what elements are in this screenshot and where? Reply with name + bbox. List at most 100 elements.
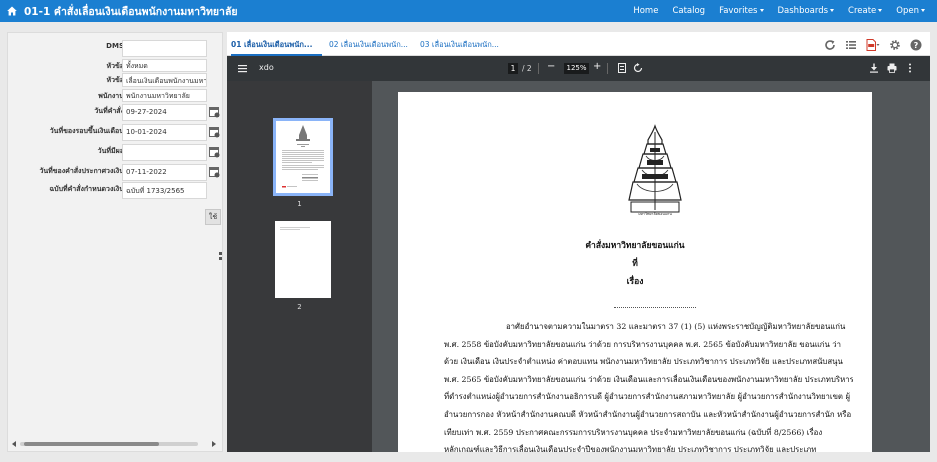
document-heading: คำสั่งมหาวิทยาลัยขอนแก่น xyxy=(585,241,685,251)
tab-report-01[interactable]: 01 เลื่อนเงินเดือนพนัก... xyxy=(231,32,322,56)
seal-caption: มหาวิทยาลัยขอนแก่น xyxy=(638,212,672,216)
order-date-row: วันที่คำสั่ง 09-27-2024 xyxy=(8,104,224,121)
scroll-thumb[interactable] xyxy=(24,442,159,446)
calendar-icon[interactable] xyxy=(209,146,220,158)
nav-catalog[interactable]: Catalog xyxy=(665,6,712,16)
page-total: / 2 xyxy=(522,64,532,73)
pdf-page: มหาวิทยาลัยขอนแก่น คำสั่งมหาวิทยาลัยขอนแ… xyxy=(398,92,872,452)
list-icon[interactable] xyxy=(845,39,857,51)
paragraph-line: หลักเกณฑ์และวิธีการเลื่อนเงินเดือนประจำป… xyxy=(444,445,817,452)
page-title: 01-1 คำสั่งเลื่อนเงินเดือนพนักงานมหาวิทย… xyxy=(24,5,238,18)
nav-dashboards-label: Dashboards xyxy=(777,6,829,16)
nav-dashboards[interactable]: Dashboards xyxy=(771,6,842,16)
home-icon[interactable] xyxy=(7,6,17,16)
toolbar-divider xyxy=(538,63,539,74)
announce-date-label: วันที่ของคำสั่งประกาศวงเงิน xyxy=(39,167,124,175)
caret-down-icon xyxy=(830,9,835,12)
subject1-select[interactable]: ทั้งหมด xyxy=(122,59,207,72)
svg-text:?: ? xyxy=(914,41,919,50)
download-icon[interactable] xyxy=(869,63,879,73)
paragraph-line: พ.ศ. 2565 ข้อบังคับมหาวิทยาลัยขอนแก่น ว่… xyxy=(444,374,853,384)
nav-catalog-label: Catalog xyxy=(672,6,706,16)
round-date-row: วันที่ของรอบขึ้นเงินเดือน 10-01-2024 xyxy=(8,124,224,141)
calendar-icon[interactable] xyxy=(209,166,220,178)
pdf-viewer: xdo 1 / 2 − 125% + 1 2 มหาวิทยาลัยขอนแก่… xyxy=(227,56,930,452)
tab-report-03[interactable]: 03 เลื่อนเงินเดือนพนัก... xyxy=(420,32,506,56)
tab-report-02[interactable]: 02 เลื่อนเงินเดือนพนัก... xyxy=(329,32,415,56)
nav-open-label: Open xyxy=(896,6,919,16)
nav-home-label: Home xyxy=(633,6,659,16)
thumbnail-sidebar: 1 2 xyxy=(227,81,372,452)
nav-home[interactable]: Home xyxy=(626,6,665,16)
report-toolbar: ? xyxy=(824,38,922,52)
effective-date-row: วันที่มีผล xyxy=(8,144,224,161)
document-paragraph: อาศัยอำนาจตามความในมาตรา 32 และมาตรา 37 … xyxy=(444,318,853,452)
rotate-icon[interactable] xyxy=(633,63,643,73)
pdf-toolbar: xdo 1 / 2 − 125% + xyxy=(227,56,930,81)
thumbnail-label: 1 xyxy=(297,200,302,208)
effective-date-input[interactable] xyxy=(122,144,207,161)
announce-no-row: ฉบับที่คำสั่งกำหนดวงเงิน ฉบับที่ 1733/25… xyxy=(8,182,224,199)
pdf-file-name: xdo xyxy=(259,63,274,72)
nav-create-label: Create xyxy=(848,6,877,16)
scroll-right-icon[interactable] xyxy=(212,441,216,447)
horizontal-scrollbar[interactable] xyxy=(12,440,220,448)
nav-favorites[interactable]: Favorites xyxy=(712,6,770,16)
refresh-icon[interactable] xyxy=(824,39,836,51)
effective-date-label: วันที่มีผล xyxy=(97,147,124,155)
zoom-out-button[interactable]: − xyxy=(547,61,555,72)
announce-no-label: ฉบับที่คำสั่งกำหนดวงเงิน xyxy=(49,185,124,193)
nav-create[interactable]: Create xyxy=(841,6,889,16)
dotted-divider xyxy=(614,307,696,308)
calendar-icon[interactable] xyxy=(209,106,220,118)
thumbnail-preview xyxy=(280,227,310,230)
menu-icon[interactable] xyxy=(238,64,247,73)
page-thumbnail-2[interactable] xyxy=(275,221,331,298)
help-icon[interactable]: ? xyxy=(910,39,922,51)
settings-icon[interactable] xyxy=(889,39,901,51)
report-panel: 01 เลื่อนเงินเดือนพนัก... 02 เลื่อนเงินเ… xyxy=(227,32,930,452)
document-subject-line: เรื่อง xyxy=(626,277,644,287)
round-date-input[interactable]: 10-01-2024 xyxy=(122,124,207,141)
page-number-input[interactable]: 1 xyxy=(508,63,518,74)
top-nav: Home Catalog Favorites Dashboards Create… xyxy=(626,0,932,22)
nav-open[interactable]: Open xyxy=(889,6,932,16)
zoom-in-button[interactable]: + xyxy=(593,61,601,72)
apply-button[interactable]: ใช้ xyxy=(205,209,221,225)
toolbar-divider xyxy=(607,63,608,74)
order-date-input[interactable]: 09-27-2024 xyxy=(122,104,207,121)
thumbnail-label: 2 xyxy=(297,303,302,311)
employee-label: พนักงาน xyxy=(98,92,124,100)
subject2-row: หัวข้อ เลื่อนเงินเดือนพนักงานมหาวิทย xyxy=(8,73,224,90)
prompt-panel: DMS หัวข้อ ทั้งหมด หัวข้อ เลื่อนเงินเดือ… xyxy=(7,32,223,452)
dms-row: DMS xyxy=(8,40,224,57)
paragraph-line: ด้วย เงินเดือน เงินประจำตำแหน่ง ค่าตอบแท… xyxy=(444,357,843,367)
announce-date-row: วันที่ของคำสั่งประกาศวงเงิน 07-11-2022 xyxy=(8,164,224,181)
paragraph-line: อาศัยอำนาจตามความในมาตรา 32 และมาตรา 37 … xyxy=(506,322,846,331)
thumbnail-preview xyxy=(282,125,324,188)
paragraph-line: เทียบเท่า พ.ศ. 2559 ประกาศคณะกรรมการบริห… xyxy=(444,427,823,437)
round-date-label: วันที่ของรอบขึ้นเงินเดือน xyxy=(49,127,124,135)
scroll-left-icon[interactable] xyxy=(12,441,16,447)
dms-input[interactable] xyxy=(122,40,207,57)
subject2-select[interactable]: เลื่อนเงินเดือนพนักงานมหาวิทย xyxy=(122,73,207,87)
document-number-line: ที่ xyxy=(632,259,638,269)
paragraph-line: ที่ดำรงตำแหน่งผู้อำนวยการสำนักงานอธิการบ… xyxy=(444,392,851,402)
caret-down-icon xyxy=(759,9,764,12)
page-thumbnail-1[interactable] xyxy=(273,118,333,196)
zoom-level-input[interactable]: 125% xyxy=(564,63,589,74)
fit-page-icon[interactable] xyxy=(617,63,627,73)
panel-splitter-handle[interactable] xyxy=(219,252,222,266)
announce-no-input[interactable]: ฉบับที่ 1733/2565 xyxy=(122,182,207,199)
top-bar: 01-1 คำสั่งเลื่อนเงินเดือนพนักงานมหาวิทย… xyxy=(0,0,937,22)
caret-down-icon xyxy=(921,9,925,12)
pdf-export-icon[interactable] xyxy=(866,39,880,51)
employee-select[interactable]: พนักงานมหาวิทยาลัย xyxy=(122,89,207,102)
announce-date-input[interactable]: 07-11-2022 xyxy=(122,164,207,181)
more-options-icon[interactable] xyxy=(905,63,915,73)
nav-favorites-label: Favorites xyxy=(719,6,758,16)
calendar-icon[interactable] xyxy=(209,126,220,138)
print-icon[interactable] xyxy=(887,63,897,73)
university-seal-icon xyxy=(628,124,682,213)
caret-down-icon xyxy=(878,9,883,12)
